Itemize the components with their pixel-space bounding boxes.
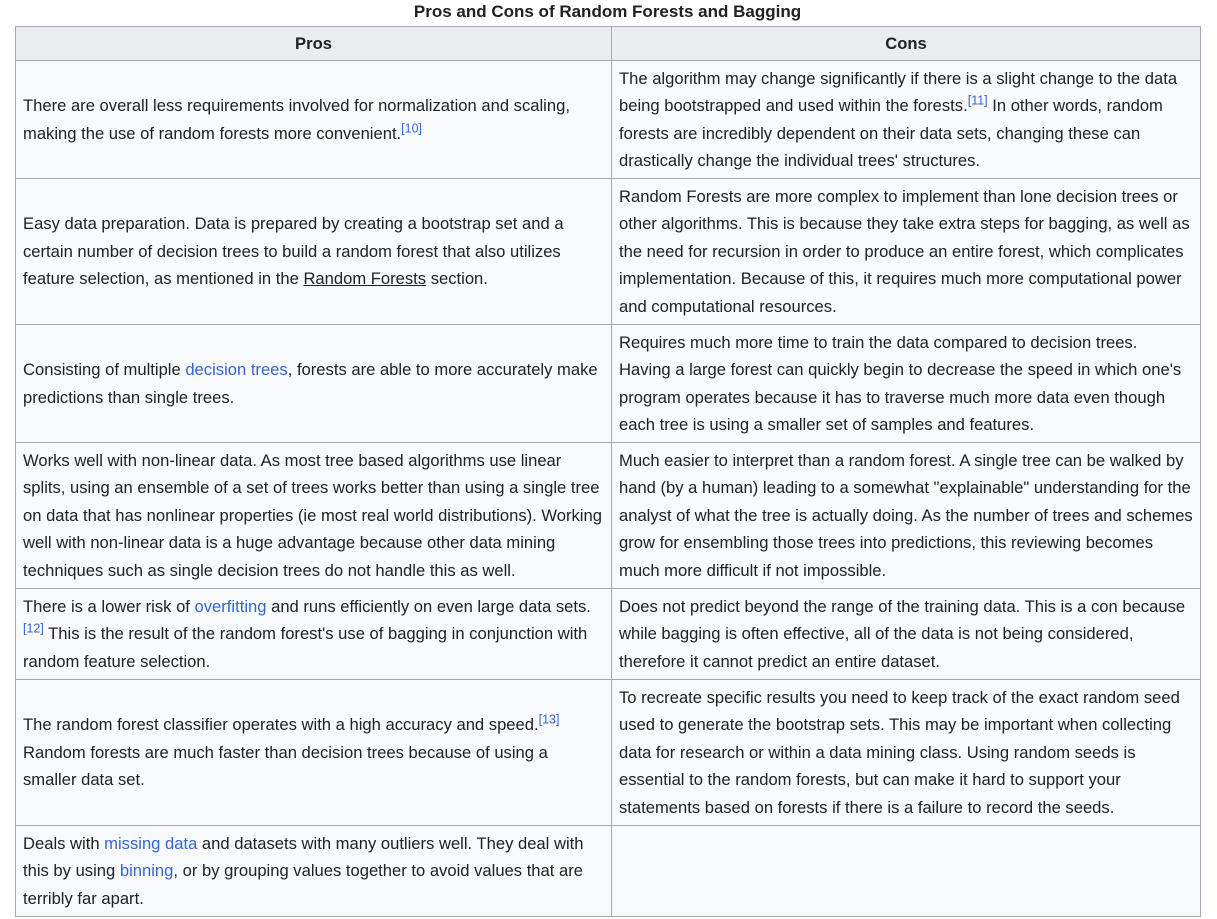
table-row: Deals with missing data and datasets wit…	[15, 825, 1201, 917]
pros-header: Pros	[15, 26, 612, 61]
cell-text: The random forest classifier operates wi…	[23, 715, 539, 735]
header-row: Pros Cons	[15, 26, 1201, 61]
cell-text: There are overall less requirements invo…	[23, 96, 570, 143]
binning-link[interactable]: binning	[120, 861, 174, 880]
random-forests-link[interactable]: Random Forests	[303, 269, 426, 288]
table-row: There are overall less requirements invo…	[15, 60, 1201, 179]
cons-cell-empty	[611, 825, 1201, 917]
cell-text: Random Forests are more complex to imple…	[619, 186, 1190, 316]
citation-link[interactable]: [13]	[539, 713, 560, 727]
pros-cons-table: Pros Cons There are overall less require…	[15, 26, 1201, 917]
overfitting-link[interactable]: overfitting	[195, 597, 267, 616]
cell-text: There is a lower risk of	[23, 596, 195, 616]
pros-cons-section: Pros and Cons of Random Forests and Bagg…	[0, 0, 1217, 917]
cell-text: and runs efficiently on even large data …	[266, 596, 591, 616]
pros-cell: Easy data preparation. Data is prepared …	[15, 178, 612, 325]
cell-text: To recreate specific results you need to…	[619, 687, 1180, 817]
citation-link[interactable]: [11]	[968, 94, 988, 108]
citation-ref[interactable]: [12]	[23, 622, 44, 636]
cell-text: section.	[426, 269, 488, 289]
table-row: There is a lower risk of overfitting and…	[15, 588, 1201, 680]
cell-text: Requires much more time to train the dat…	[619, 332, 1182, 434]
citation-link[interactable]: [12]	[23, 622, 44, 636]
pros-cell: Works well with non-linear data. As most…	[15, 442, 612, 589]
pros-cell: There are overall less requirements invo…	[15, 60, 612, 179]
cell-text: Much easier to interpret than a random f…	[619, 450, 1193, 580]
table-caption: Pros and Cons of Random Forests and Bagg…	[413, 2, 802, 21]
citation-ref[interactable]: [10]	[401, 121, 422, 135]
cons-cell: Does not predict beyond the range of the…	[611, 588, 1201, 680]
cons-cell: Much easier to interpret than a random f…	[611, 442, 1201, 589]
citation-link[interactable]: [10]	[401, 121, 422, 135]
cell-text: Works well with non-linear data. As most…	[23, 450, 602, 580]
cons-cell: Requires much more time to train the dat…	[611, 324, 1201, 443]
cell-text: Random forests are much faster than deci…	[23, 742, 548, 790]
decision-trees-link[interactable]: decision trees	[185, 360, 287, 379]
table-row: Easy data preparation. Data is prepared …	[15, 178, 1201, 325]
cons-cell: To recreate specific results you need to…	[611, 679, 1201, 826]
cell-text: Deals with	[23, 833, 105, 853]
table-row: The random forest classifier operates wi…	[15, 679, 1201, 826]
missing-data-link[interactable]: missing data	[104, 834, 197, 853]
pros-cell: Consisting of multiple decision trees, f…	[15, 324, 612, 443]
table-row: Consisting of multiple decision trees, f…	[15, 324, 1201, 443]
citation-ref[interactable]: [11]	[968, 94, 988, 108]
pros-cell: There is a lower risk of overfitting and…	[15, 588, 612, 680]
cons-cell: The algorithm may change significantly i…	[611, 60, 1201, 179]
cell-text: Does not predict beyond the range of the…	[619, 596, 1186, 671]
cell-text: This is the result of the random forest'…	[23, 624, 588, 671]
citation-ref[interactable]: [13]	[539, 713, 560, 727]
cons-cell: Random Forests are more complex to imple…	[611, 178, 1201, 325]
cons-header: Cons	[611, 26, 1201, 61]
pros-cell: The random forest classifier operates wi…	[15, 679, 612, 826]
pros-cell: Deals with missing data and datasets wit…	[15, 825, 612, 917]
table-row: Works well with non-linear data. As most…	[15, 442, 1201, 589]
cell-text: Consisting of multiple	[23, 360, 186, 380]
